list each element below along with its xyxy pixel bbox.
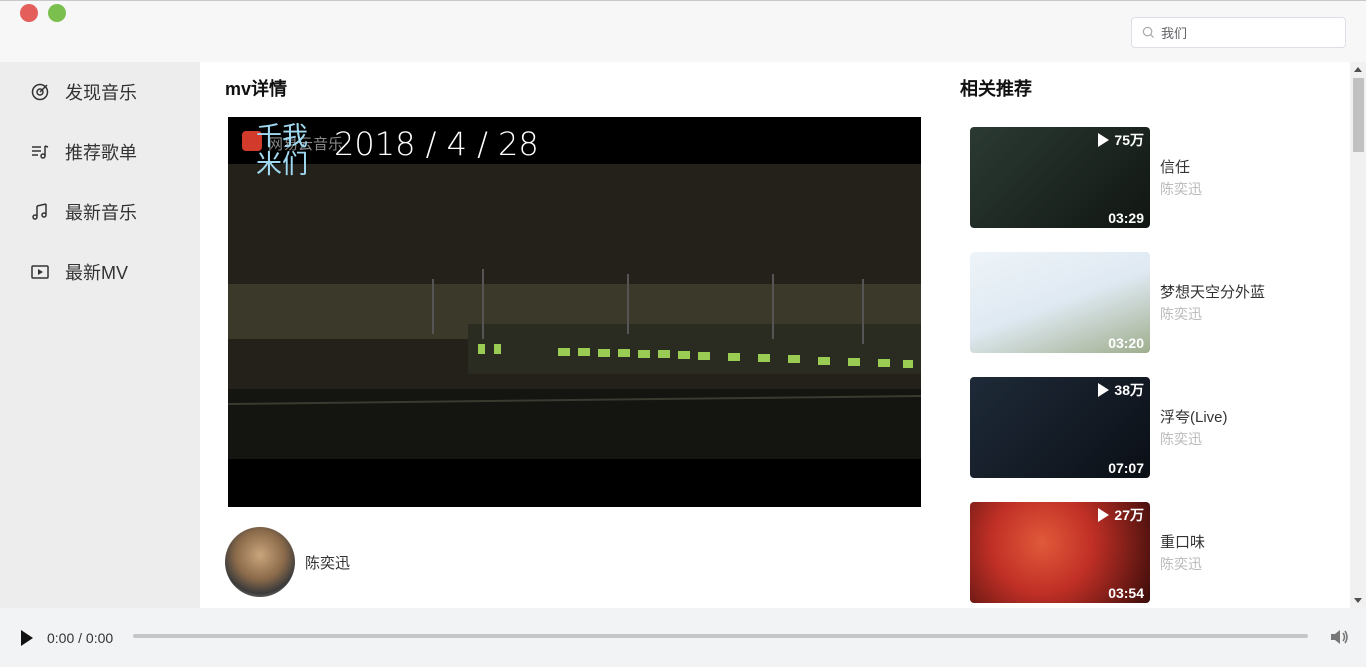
title-bar: [0, 0, 1366, 62]
search-box[interactable]: [1131, 17, 1346, 48]
train-scene-image: [228, 164, 921, 459]
video-frame: [228, 164, 921, 459]
search-input[interactable]: [1161, 25, 1331, 40]
duration: 03:29: [1108, 210, 1144, 226]
avatar[interactable]: [225, 527, 295, 597]
related-singer: 陈奕迅: [1160, 556, 1202, 572]
main-content: mv详情 网易云音乐 千我 米们 2018 / 4 / 28 陈奕迅 相关推荐 …: [200, 62, 1350, 608]
close-window-button[interactable]: [20, 4, 38, 22]
related-item[interactable]: 27万 03:54 重口味 陈奕迅: [970, 502, 1300, 603]
play-count-icon: [1098, 383, 1110, 397]
play-button[interactable]: [21, 629, 33, 646]
poem-overlay: 千我 米们: [256, 122, 309, 180]
related-thumbnail[interactable]: 27万 03:54: [970, 502, 1150, 603]
sidebar-item-latest-mv[interactable]: 最新MV: [0, 242, 200, 302]
scrollbar-thumb[interactable]: [1353, 78, 1364, 152]
play-count: 75万: [1098, 130, 1144, 150]
sidebar-item-recommended-playlists[interactable]: 推荐歌单: [0, 122, 200, 182]
duration: 07:07: [1108, 460, 1144, 476]
progress-bar[interactable]: [133, 634, 1308, 638]
sidebar-item-discover-music[interactable]: 发现音乐: [0, 62, 200, 122]
music-note-icon: [30, 202, 50, 222]
play-count: 27万: [1098, 505, 1144, 525]
duration: 03:20: [1108, 335, 1144, 351]
time-display: 0:00 / 0:00: [47, 629, 114, 646]
sidebar-item-label: 最新音乐: [65, 203, 137, 223]
related-singer: 陈奕迅: [1160, 181, 1202, 197]
audio-player: 0:00 / 0:00: [0, 608, 1366, 667]
related-name: 重口味: [1160, 534, 1206, 551]
related-name: 梦想天空分外蓝: [1160, 284, 1266, 301]
sidebar-item-label: 推荐歌单: [65, 143, 137, 163]
play-count-icon: [1098, 133, 1110, 147]
related-name: 信任: [1160, 159, 1191, 176]
related-name: 浮夸(Live): [1160, 409, 1228, 426]
artist-info[interactable]: 陈奕迅: [225, 527, 350, 597]
artist-name: 陈奕迅: [305, 554, 351, 572]
related-item[interactable]: 75万 03:29 信任 陈奕迅: [970, 127, 1300, 228]
play-count-icon: [1098, 508, 1110, 522]
sidebar: 发现音乐 推荐歌单 最新音乐 最新MV: [0, 62, 200, 608]
scroll-up-arrow-icon[interactable]: [1354, 67, 1362, 72]
vertical-scrollbar[interactable]: [1350, 62, 1366, 608]
volume-icon[interactable]: [1328, 626, 1350, 648]
related-singer: 陈奕迅: [1160, 431, 1202, 447]
mv-detail-title: mv详情: [225, 79, 288, 99]
maximize-window-button[interactable]: [48, 4, 66, 22]
play-count: 38万: [1098, 380, 1144, 400]
related-item[interactable]: 38万 07:07 浮夸(Live) 陈奕迅: [970, 377, 1300, 478]
related-item[interactable]: 03:20 梦想天空分外蓝 陈奕迅: [970, 252, 1300, 353]
duration: 03:54: [1108, 585, 1144, 601]
playlist-icon: [30, 142, 50, 162]
related-thumbnail[interactable]: 75万 03:29: [970, 127, 1150, 228]
related-title: 相关推荐: [960, 79, 1032, 99]
scroll-down-arrow-icon[interactable]: [1354, 598, 1362, 603]
mv-video-player[interactable]: 网易云音乐 千我 米们 2018 / 4 / 28: [228, 117, 921, 507]
sidebar-item-label: 最新MV: [65, 263, 128, 283]
related-singer: 陈奕迅: [1160, 306, 1202, 322]
related-thumbnail[interactable]: 03:20: [970, 252, 1150, 353]
video-play-icon: [30, 262, 50, 282]
sidebar-item-label: 发现音乐: [65, 83, 137, 103]
disc-target-icon: [30, 82, 50, 102]
search-icon: [1142, 26, 1155, 39]
video-date-overlay: 2018 / 4 / 28: [334, 125, 539, 163]
sidebar-item-latest-music[interactable]: 最新音乐: [0, 182, 200, 242]
related-thumbnail[interactable]: 38万 07:07: [970, 377, 1150, 478]
